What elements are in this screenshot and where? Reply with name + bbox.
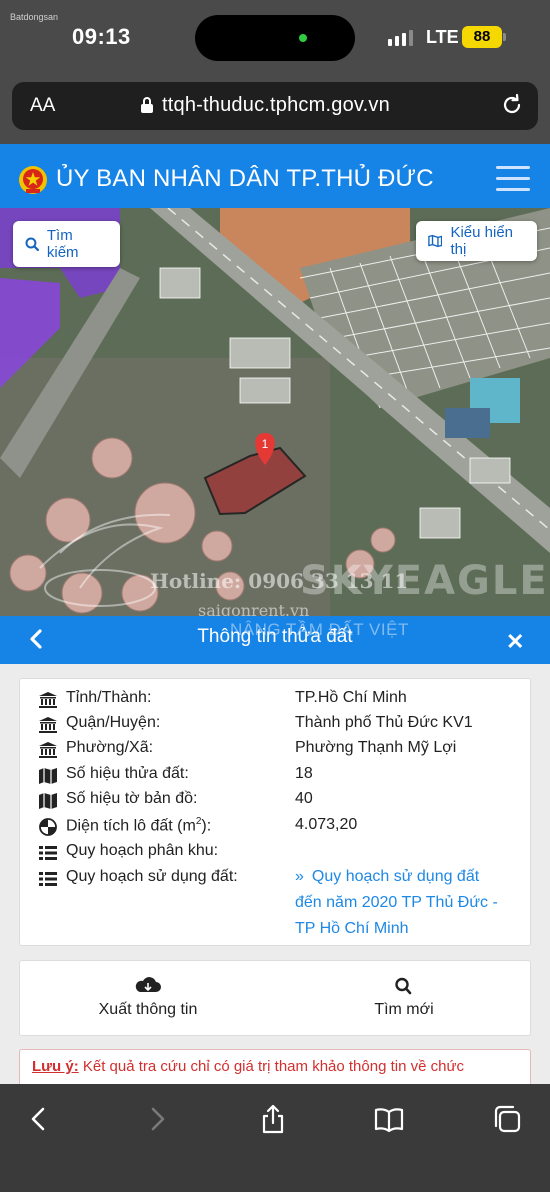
map-marker-label[interactable]: 1 — [262, 437, 269, 451]
action-card: Xuất thông tin Tìm mới — [19, 960, 531, 1036]
display-style-label: Kiểu hiển thị — [450, 224, 514, 258]
display-style-button[interactable]: Kiểu hiển thị — [416, 221, 537, 261]
dynamic-island — [195, 15, 355, 61]
site-title: ỦY BAN NHÂN DÂN TP.THỦ ĐỨC — [56, 165, 434, 192]
tabs-icon[interactable] — [492, 1104, 522, 1134]
share-icon[interactable] — [258, 1104, 288, 1134]
area-icon — [39, 818, 57, 836]
clock: 09:13 — [72, 24, 131, 49]
text-size-button[interactable]: AA — [30, 95, 55, 117]
address-bar[interactable]: AA ttqh-thuduc.tphcm.gov.vn — [12, 82, 538, 130]
lock-icon — [141, 97, 153, 113]
info-value: 18 — [295, 765, 313, 782]
bookmarks-icon[interactable] — [374, 1104, 404, 1134]
satellite-map[interactable]: 1 — [0, 208, 550, 616]
info-label: Số hiệu thửa đất: — [66, 765, 189, 782]
info-label: Quy hoạch sử dụng đất: — [66, 868, 238, 885]
parcel-info-card: Tỉnh/Thành: TP.Hồ Chí Minh Quận/Huyện: T… — [19, 678, 531, 946]
url-text[interactable]: ttqh-thuduc.tphcm.gov.vn — [162, 94, 390, 117]
area-label-end: ): — [201, 817, 212, 835]
status-bar: Batdongsan 09:13 LTE 88 — [0, 0, 550, 72]
network-type: LTE — [426, 27, 459, 47]
list-icon — [39, 872, 57, 886]
national-emblem-icon — [19, 166, 47, 194]
signal-icon — [388, 30, 413, 46]
plan-link-line3: TP Hồ Chí Minh — [295, 920, 409, 937]
new-search-button[interactable]: Tìm mới — [276, 961, 532, 1037]
info-label: Số hiệu tờ bản đồ: — [66, 790, 198, 807]
search-icon — [25, 237, 39, 251]
building-icon — [39, 717, 57, 733]
building-icon — [39, 692, 57, 708]
info-value: TP.Hồ Chí Minh — [295, 689, 407, 706]
info-value: Phường Thạnh Mỹ Lợi — [295, 739, 457, 756]
watermark-slogan: NÂNG TẦM ĐẤT VIỆT — [230, 620, 409, 639]
info-label: Phường/Xã: — [66, 739, 154, 756]
back-icon[interactable] — [24, 1104, 54, 1134]
area-label-text: Diện tích lô đất (m — [66, 817, 196, 835]
camera-indicator-icon — [299, 34, 307, 42]
export-info-button[interactable]: Xuất thông tin — [20, 961, 276, 1037]
info-row-land-use-plan: Quy hoạch sử dụng đất: » Quy hoạch sử dụn… — [20, 868, 532, 938]
menu-icon[interactable] — [496, 166, 530, 194]
watermark-brand: SKYEAGLE — [300, 558, 549, 604]
search-button-label: Tìm kiếm — [46, 227, 79, 261]
info-label: Quận/Huyện: — [66, 714, 161, 731]
land-use-plan-link[interactable]: » Quy hoạch sử dụng đất đến năm 2020 TP T… — [295, 864, 515, 942]
info-label: Tỉnh/Thành: — [66, 689, 152, 706]
forward-icon[interactable] — [142, 1104, 172, 1134]
note-text: Kết quả tra cứu chỉ có giá trị tham khảo… — [82, 1058, 464, 1075]
double-chevron-icon: » — [295, 868, 304, 885]
info-label-area: Diện tích lô đất (m2): — [66, 816, 211, 835]
plan-link-line1: Quy hoạch sử dụng đất — [311, 868, 480, 885]
close-icon[interactable]: ✕ — [506, 629, 524, 655]
info-label: Quy hoạch phân khu: — [66, 842, 219, 859]
search-icon — [395, 977, 412, 995]
info-value: 40 — [295, 790, 313, 807]
map-icon — [39, 793, 57, 809]
battery-tip — [503, 33, 506, 41]
corner-watermark: Batdongsan — [10, 12, 59, 22]
reload-icon[interactable] — [500, 93, 524, 117]
cloud-download-icon — [135, 977, 161, 992]
note-label: Lưu ý: — [32, 1058, 79, 1075]
plan-link-line2: đến năm 2020 TP Thủ Đức - — [295, 894, 498, 911]
battery-icon: 88 — [462, 26, 502, 48]
browser-toolbar — [0, 1084, 550, 1192]
list-icon — [39, 846, 57, 860]
info-value: 4.073,20 — [295, 816, 358, 833]
info-value: Thành phố Thủ Đức KV1 — [295, 714, 473, 731]
search-button[interactable]: Tìm kiếm — [13, 221, 120, 267]
map-icon — [39, 768, 57, 784]
map-icon — [428, 234, 443, 248]
new-search-label: Tìm mới — [374, 1001, 434, 1018]
export-info-label: Xuất thông tin — [98, 1001, 198, 1018]
map-view[interactable]: 1 — [0, 208, 550, 616]
building-icon — [39, 742, 57, 758]
